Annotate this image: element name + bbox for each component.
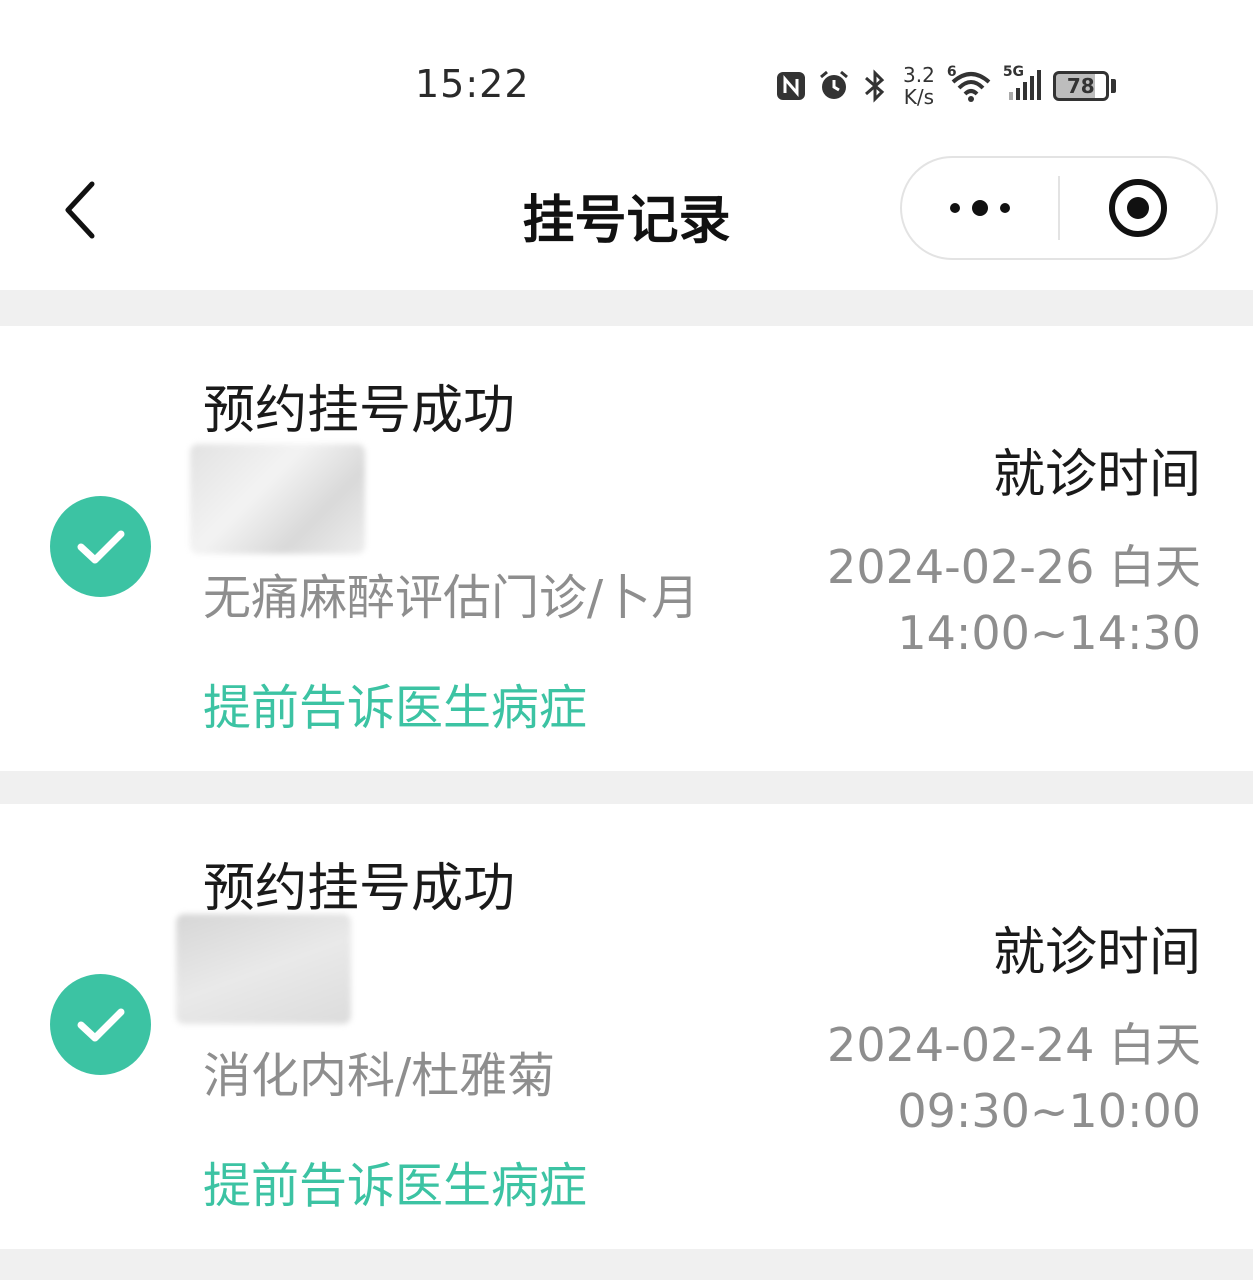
appointment-status: 预约挂号成功 [203, 859, 516, 919]
signal-icon: 5G [1003, 64, 1043, 104]
check-circle-icon [50, 496, 151, 597]
battery-icon: 78 [1052, 71, 1116, 101]
appointment-record-card[interactable]: 预约挂号成功 消化内科/杜雅菊 提前告诉医生病症 就诊时间 2024-02-24… [0, 804, 1253, 1249]
tell-doctor-symptoms-link[interactable]: 提前告诉医生病症 [203, 1146, 587, 1216]
visit-date: 2024-02-24 白天 [827, 1018, 1201, 1072]
nav-bar: 挂号记录 [0, 130, 1253, 290]
visit-time-range: 14:00~14:30 [897, 606, 1201, 660]
close-miniprogram-button[interactable] [1060, 158, 1216, 258]
more-button[interactable] [902, 158, 1058, 258]
more-dots-icon [950, 200, 1010, 216]
department-doctor: 消化内科/杜雅菊 [203, 1048, 556, 1104]
battery-level: 78 [1052, 71, 1109, 101]
bluetooth-icon [861, 68, 889, 104]
net-speed: 3.2 K/s [903, 64, 935, 108]
status-bar: 15:22 3.2 K/s 6 5G 78 [0, 0, 1253, 130]
visit-date: 2024-02-26 白天 [827, 540, 1201, 594]
alarm-icon [817, 69, 851, 103]
wifi-badge: 6 [946, 64, 957, 80]
tell-doctor-symptoms-link[interactable]: 提前告诉医生病症 [203, 668, 587, 738]
cell-badge: 5G [1002, 64, 1025, 80]
battery-tip [1110, 79, 1116, 93]
net-speed-unit: K/s [903, 85, 935, 109]
department-doctor: 无痛麻醉评估门诊/卜月 [203, 570, 700, 626]
miniprogram-capsule [900, 156, 1218, 260]
redacted-patient-info [176, 914, 351, 1024]
visit-time-label: 就诊时间 [992, 445, 1201, 505]
status-icons: 3.2 K/s 6 5G 78 [775, 58, 1126, 114]
target-close-icon [1109, 179, 1167, 237]
redacted-patient-info [190, 444, 365, 554]
wifi-icon: 6 [947, 64, 993, 104]
status-time: 15:22 [415, 62, 530, 106]
nfc-icon [775, 70, 807, 102]
net-speed-value: 3.2 [903, 63, 935, 87]
appointment-status: 预约挂号成功 [203, 381, 516, 441]
visit-time-range: 09:30~10:00 [897, 1084, 1201, 1138]
appointment-record-card[interactable]: 预约挂号成功 无痛麻醉评估门诊/卜月 提前告诉医生病症 就诊时间 2024-02… [0, 326, 1253, 771]
visit-time-label: 就诊时间 [992, 923, 1201, 983]
check-circle-icon [50, 974, 151, 1075]
